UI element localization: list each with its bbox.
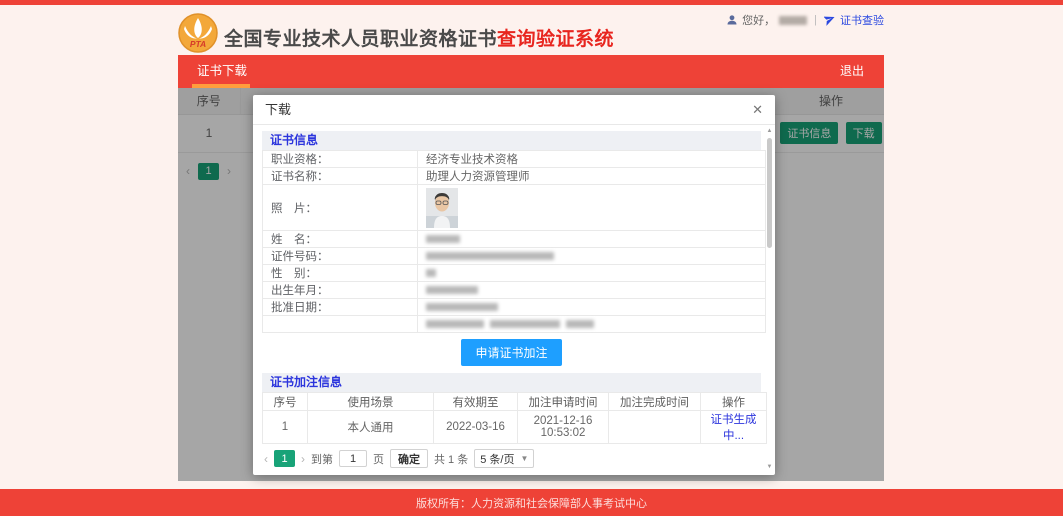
- page-size-value: 5 条/页: [480, 453, 515, 466]
- cell-complete-time: [608, 410, 701, 444]
- page-unit-label: 页: [373, 453, 384, 466]
- redacted-value: [426, 302, 498, 311]
- cell-apply-time: 2021-12-16 10:53:02: [517, 410, 609, 444]
- confirm-page-button[interactable]: 确定: [390, 449, 428, 468]
- table-row: 出生年月：: [262, 281, 766, 299]
- redacted-username: [779, 15, 808, 25]
- table-row: 姓 名：: [262, 230, 766, 248]
- table-row: 性 别：: [262, 264, 766, 282]
- pta-logo: PTA: [178, 13, 218, 53]
- field-value-redacted: [417, 264, 766, 282]
- field-label: 职业资格：: [262, 150, 418, 168]
- field-value: 经济专业技术资格: [417, 150, 766, 168]
- field-value-redacted: [417, 315, 766, 333]
- user-icon: [727, 15, 737, 25]
- cert-verify-link[interactable]: 证书查验: [840, 12, 884, 28]
- field-label: [262, 315, 418, 333]
- scrollbar-thumb[interactable]: [767, 138, 772, 248]
- total-count-label: 共 1 条: [434, 453, 469, 466]
- col-header: 使用场景: [307, 392, 434, 411]
- table-row: 批准日期：: [262, 298, 766, 316]
- copyright-text: 版权所有：人力资源和社会保障部人事考试中心: [416, 497, 647, 510]
- table-row: 证书名称： 助理人力资源管理师: [262, 167, 766, 185]
- field-value-redacted: [417, 281, 766, 299]
- modal-title: 下载: [265, 102, 292, 117]
- redacted-value: [566, 319, 594, 328]
- col-header: 加注完成时间: [608, 392, 701, 411]
- cell-index: 1: [262, 410, 308, 444]
- modal-scrollbar[interactable]: ▲ ▼: [765, 126, 774, 474]
- field-label: 姓 名：: [262, 230, 418, 248]
- logo-text: PTA: [190, 39, 206, 49]
- logout-button[interactable]: 退出: [840, 55, 864, 88]
- field-label: 出生年月：: [262, 281, 418, 299]
- field-label: 性 别：: [262, 264, 418, 282]
- section-annotation-info: 证书加注信息: [262, 373, 761, 392]
- page-number-input[interactable]: [339, 450, 367, 467]
- table-row: 证件号码：: [262, 247, 766, 265]
- redacted-value: [490, 319, 560, 328]
- page-footer: 版权所有：人力资源和社会保障部人事考试中心: [0, 489, 1063, 516]
- redacted-value: [426, 319, 484, 328]
- field-value: 助理人力资源管理师: [417, 167, 766, 185]
- modal-body: 证书信息 职业资格： 经济专业技术资格 证书名称： 助理人力资源管理师 照 片：: [253, 125, 775, 474]
- field-label: 批准日期：: [262, 298, 418, 316]
- col-header: 加注申请时间: [517, 392, 609, 411]
- col-header: 有效期至: [433, 392, 518, 411]
- user-bar: 您好， | 证书查验: [726, 12, 884, 28]
- page-size-select[interactable]: 5 条/页 ▼: [474, 449, 535, 468]
- share-arrow-icon: [824, 16, 835, 26]
- field-label: 照 片：: [262, 184, 418, 231]
- apply-button-row: 申请证书加注: [262, 333, 761, 373]
- prev-page-icon[interactable]: ‹: [264, 452, 268, 466]
- cert-generating-link[interactable]: 证书生成中...: [711, 414, 757, 442]
- section-cert-info: 证书信息: [262, 131, 761, 150]
- field-label: 证书名称：: [262, 167, 418, 185]
- page-title-accent: 查询验证系统: [497, 29, 615, 50]
- table-row: 照 片：: [262, 184, 766, 231]
- greeting-text: 您好，: [742, 15, 776, 27]
- table-row: 1 本人通用 2022-03-16 2021-12-16 10:53:02 证书…: [262, 410, 767, 444]
- page-title: 全国专业技术人员职业资格证书查询验证系统: [224, 24, 614, 51]
- separator: |: [814, 14, 817, 26]
- active-page-button[interactable]: 1: [274, 450, 295, 467]
- redacted-value: [426, 251, 554, 260]
- certificate-photo: [426, 187, 458, 228]
- field-value-redacted: [417, 230, 766, 248]
- close-icon[interactable]: ✕: [752, 95, 763, 125]
- col-header: 操作: [700, 392, 767, 411]
- field-value: [417, 184, 766, 231]
- annotation-header-row: 序号 使用场景 有效期至 加注申请时间 加注完成时间 操作: [262, 392, 767, 411]
- top-accent-strip: [0, 0, 1063, 5]
- next-page-icon[interactable]: ›: [301, 452, 305, 466]
- chevron-down-icon: ▼: [520, 454, 529, 463]
- download-modal: 下载 ✕ 证书信息 职业资格： 经济专业技术资格 证书名称： 助理人力资源管理师…: [253, 95, 775, 475]
- main-nav: 证书下载 退出: [178, 55, 884, 88]
- cell-valid-until: 2022-03-16: [433, 410, 518, 444]
- page-title-main: 全国专业技术人员职业资格证书: [224, 29, 498, 50]
- cell-action: 证书生成中...: [700, 410, 767, 444]
- field-value-redacted: [417, 298, 766, 316]
- modal-pagination: ‹ 1 › 到第 页 确定 共 1 条 5 条/页 ▼: [262, 449, 761, 468]
- table-row: 职业资格： 经济专业技术资格: [262, 150, 766, 168]
- cell-scene: 本人通用: [307, 410, 434, 444]
- modal-header: 下载 ✕: [253, 95, 775, 125]
- redacted-value: [426, 285, 478, 294]
- certificate-info-table: 职业资格： 经济专业技术资格 证书名称： 助理人力资源管理师 照 片： 姓 名：…: [262, 150, 766, 333]
- scroll-down-icon[interactable]: ▼: [765, 462, 774, 472]
- goto-label: 到第: [311, 453, 333, 466]
- field-label: 证件号码：: [262, 247, 418, 265]
- annotation-table: 序号 使用场景 有效期至 加注申请时间 加注完成时间 操作 1 本人通用 202…: [262, 392, 767, 444]
- redacted-value: [426, 268, 436, 277]
- apply-annotation-button[interactable]: 申请证书加注: [461, 339, 562, 366]
- redacted-value: [426, 234, 460, 243]
- col-header: 序号: [262, 392, 308, 411]
- field-value-redacted: [417, 247, 766, 265]
- table-row: [262, 315, 766, 333]
- scroll-up-icon[interactable]: ▲: [765, 126, 774, 136]
